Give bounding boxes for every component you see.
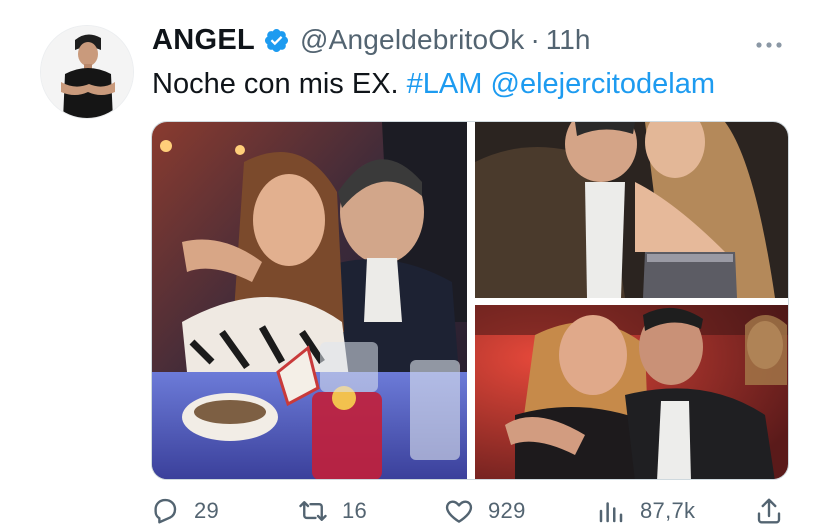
media-grid xyxy=(151,121,789,480)
reply-button[interactable]: 29 xyxy=(150,496,219,526)
views-button[interactable]: 87,7k xyxy=(596,496,695,526)
time-separator: · xyxy=(530,24,540,55)
share-button[interactable] xyxy=(754,496,784,526)
retweet-icon xyxy=(299,501,327,521)
share-icon xyxy=(757,498,781,524)
avatar-photo xyxy=(41,26,133,118)
mention-link[interactable]: @elejercitodelam xyxy=(491,68,715,100)
hashtag-link[interactable]: #LAM xyxy=(407,68,483,100)
reply-icon xyxy=(154,498,177,524)
media-photo-2[interactable] xyxy=(475,122,788,298)
tweet-text-plain: Noche con mis EX. xyxy=(152,68,399,100)
tweet-text: Noche con mis EX. #LAM @elejercitodelam xyxy=(152,66,715,102)
reply-count: 29 xyxy=(194,498,220,523)
retweet-count: 16 xyxy=(342,498,368,523)
media-photo-3[interactable] xyxy=(475,305,788,479)
media-photo-1[interactable] xyxy=(152,122,467,479)
retweet-button[interactable]: 16 xyxy=(298,496,367,526)
tweet-action-bar: 29 16 929 87,7k xyxy=(150,496,790,529)
like-button[interactable]: 929 xyxy=(444,496,526,526)
views-icon xyxy=(599,502,623,523)
heart-icon xyxy=(445,500,473,523)
views-count: 87,7k xyxy=(640,498,696,523)
more-options-icon[interactable] xyxy=(754,26,784,57)
tweet-timestamp[interactable]: 11h xyxy=(546,24,591,56)
verified-badge-icon[interactable] xyxy=(263,27,290,54)
tweet-header: ANGEL @AngeldebritoOk · 11h xyxy=(152,22,590,58)
author-avatar[interactable] xyxy=(40,25,134,119)
like-count: 929 xyxy=(488,498,526,523)
author-display-name[interactable]: ANGEL xyxy=(152,24,255,57)
author-handle[interactable]: @AngeldebritoOk xyxy=(300,24,524,56)
